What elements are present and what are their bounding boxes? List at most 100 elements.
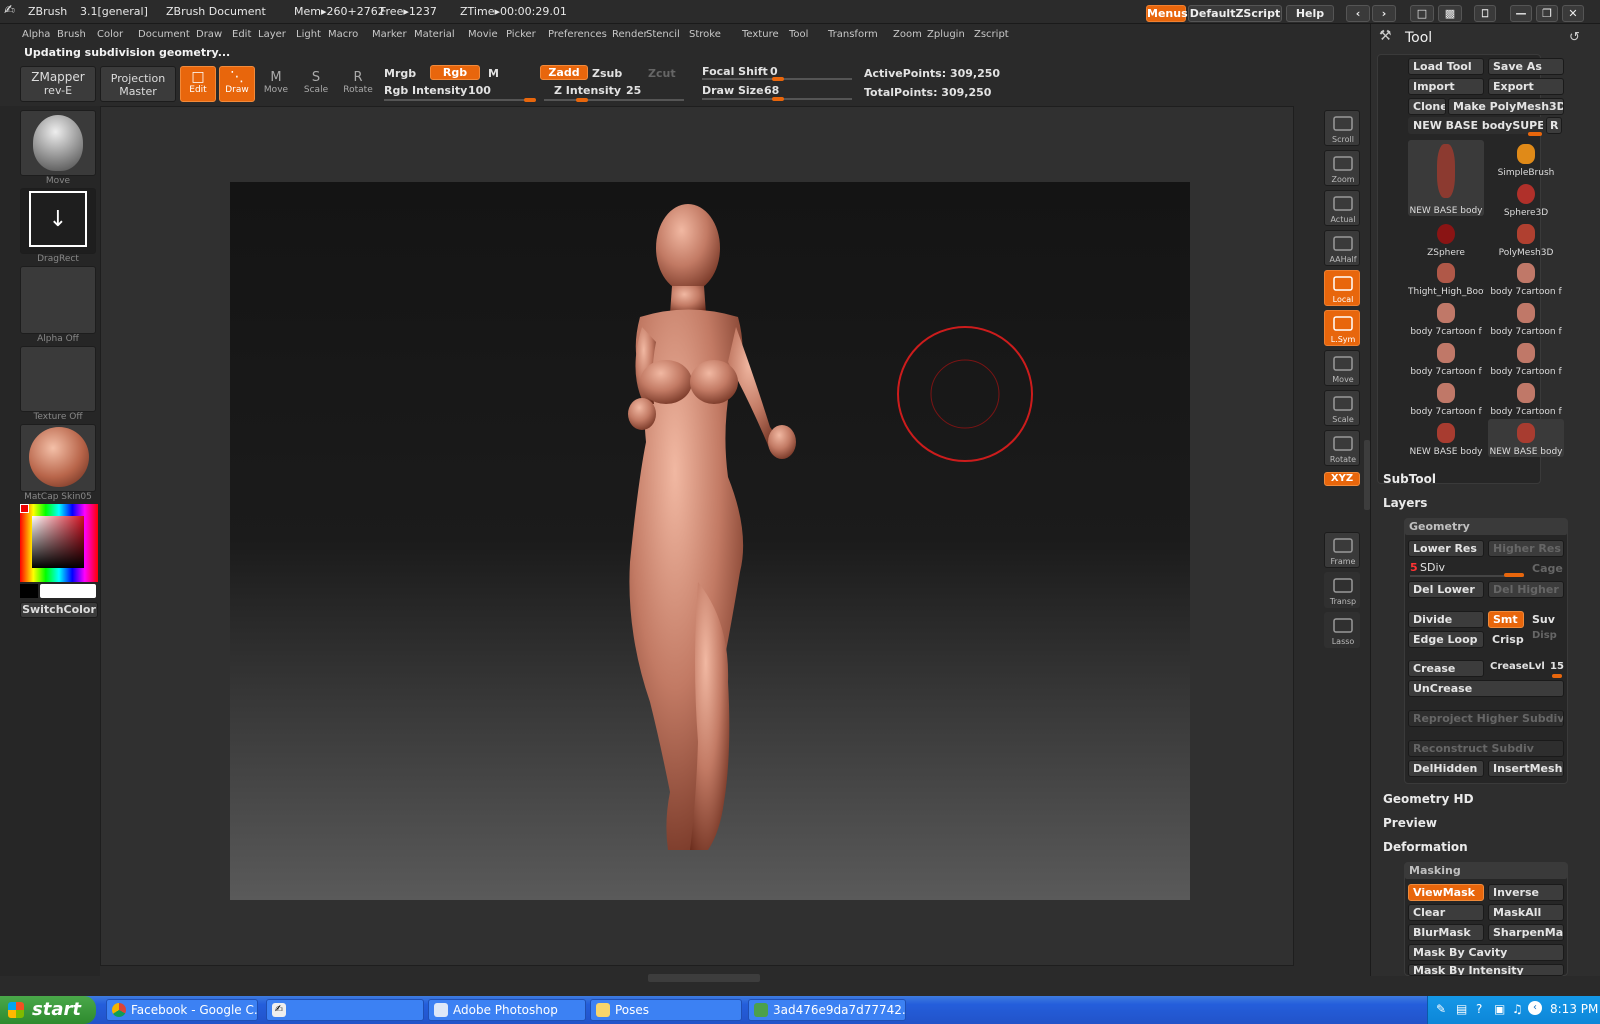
tool-thumbnail[interactable]: NEW BASE body <box>1488 419 1564 457</box>
restore-icon[interactable]: ❐ <box>1536 5 1558 22</box>
current-tool-slider[interactable] <box>1528 132 1542 136</box>
divide-button[interactable]: Divide <box>1408 611 1484 628</box>
mask-by-intensity-button[interactable]: Mask By Intensity <box>1408 964 1564 976</box>
help-button[interactable]: Help <box>1286 5 1334 22</box>
menu-layer[interactable]: Layer <box>258 29 286 40</box>
tool-zoom-button[interactable]: Zoom <box>1324 150 1360 186</box>
cage-button[interactable]: Cage <box>1532 562 1563 575</box>
menu-draw[interactable]: Draw <box>196 29 222 40</box>
tool-local-button[interactable]: Local <box>1324 270 1360 306</box>
volume-icon[interactable]: ♫ <box>1512 1002 1523 1016</box>
menu-picker[interactable]: Picker <box>506 29 536 40</box>
menu-render[interactable]: Render <box>612 29 648 40</box>
geometry-hd-section[interactable]: Geometry HD <box>1383 792 1474 806</box>
z-intensity-slider[interactable] <box>544 99 684 101</box>
menu-macro[interactable]: Macro <box>328 29 358 40</box>
taskbar-item-photoshop[interactable]: Adobe Photoshop <box>428 999 586 1021</box>
tool-lsym-button[interactable]: L.Sym <box>1324 310 1360 346</box>
layers-section[interactable]: Layers <box>1383 496 1427 510</box>
tool-scroll-button[interactable]: Scroll <box>1324 110 1360 146</box>
rgb-toggle[interactable]: Rgb <box>430 65 480 80</box>
smt-toggle[interactable]: Smt <box>1488 611 1524 628</box>
sharpenmask-button[interactable]: SharpenMask <box>1488 924 1564 941</box>
edge-loop-button[interactable]: Edge Loop <box>1408 631 1484 648</box>
default-zscript-button[interactable]: DefaultZScript <box>1188 5 1282 22</box>
make-polymesh-button[interactable]: Make PolyMesh3D <box>1448 98 1564 115</box>
mrgb-toggle[interactable]: Mrgb <box>384 67 416 80</box>
export-button[interactable]: Export <box>1488 78 1564 95</box>
tool-thumbnail[interactable]: Thight_High_Boot <box>1408 259 1484 297</box>
menu-tool[interactable]: Tool <box>789 29 808 40</box>
secondary-color-swatch[interactable] <box>20 584 38 598</box>
menu-transform[interactable]: Transform <box>828 29 878 40</box>
tool-transp-button[interactable]: Transp <box>1324 572 1360 608</box>
crease-button[interactable]: Crease <box>1408 660 1484 677</box>
m-toggle[interactable]: M <box>488 67 499 80</box>
alpha-thumbnail[interactable] <box>20 266 96 334</box>
tool-frame-button[interactable]: Frame <box>1324 532 1360 568</box>
tool-thumbnail[interactable]: body 7cartoon f <box>1488 259 1564 297</box>
geometry-section[interactable]: Geometry <box>1405 519 1567 535</box>
crisp-toggle[interactable]: Crisp <box>1492 633 1524 646</box>
tool-thumbnail[interactable]: body 7cartoon f <box>1408 299 1484 337</box>
tray-scroll-right-icon[interactable]: › <box>1372 5 1396 22</box>
menu-material[interactable]: Material <box>414 29 455 40</box>
suv-toggle[interactable]: Suv <box>1532 613 1555 626</box>
zadd-toggle[interactable]: Zadd <box>540 65 588 80</box>
minimize-icon[interactable]: — <box>1510 5 1532 22</box>
taskbar-item-zbrush[interactable]: ✍ <box>266 999 424 1021</box>
clear-mask-button[interactable]: Clear <box>1408 904 1484 921</box>
reset-icon[interactable]: ↺ <box>1569 30 1580 45</box>
edit-mode-button[interactable]: □ Edit <box>180 66 216 102</box>
viewmask-toggle[interactable]: ViewMask <box>1408 884 1484 901</box>
tool-thumbnail[interactable]: NEW BASE body <box>1408 419 1484 457</box>
tool-thumbnail[interactable]: body 7cartoon f <box>1488 379 1564 417</box>
rgb-intensity-slider[interactable] <box>384 99 534 101</box>
del-higher-button[interactable]: Del Higher <box>1488 581 1564 598</box>
display-icon[interactable]: ▣ <box>1494 1002 1505 1016</box>
taskbar-item-chrome[interactable]: Facebook - Google C... <box>106 999 258 1021</box>
menu-zplugin[interactable]: Zplugin <box>927 29 965 40</box>
subtool-section[interactable]: SubTool <box>1383 472 1436 486</box>
uncrease-button[interactable]: UnCrease <box>1408 680 1564 697</box>
menu-preferences[interactable]: Preferences <box>548 29 607 40</box>
load-tool-button[interactable]: Load Tool <box>1408 58 1484 75</box>
inverse-button[interactable]: Inverse <box>1488 884 1564 901</box>
mask-by-cavity-button[interactable]: Mask By Cavity <box>1408 944 1564 961</box>
tray-scroll-left-icon[interactable]: ‹ <box>1346 5 1370 22</box>
menu-zoom[interactable]: Zoom <box>893 29 922 40</box>
help-tray-icon[interactable]: ? <box>1476 1002 1482 1016</box>
insertmesh-button[interactable]: InsertMesh <box>1488 760 1564 777</box>
layout-alt-icon[interactable]: ▩ <box>1438 5 1462 22</box>
del-lower-button[interactable]: Del Lower <box>1408 581 1484 598</box>
reproject-higher-subdiv-button[interactable]: Reproject Higher Subdiv <box>1408 710 1564 727</box>
main-color-swatch[interactable] <box>20 504 29 513</box>
lower-res-button[interactable]: Lower Res <box>1408 540 1484 557</box>
r-button[interactable]: R <box>1546 117 1562 134</box>
tool-thumbnail[interactable]: body 7cartoon f <box>1408 339 1484 377</box>
color-picker-square[interactable] <box>32 516 84 568</box>
z-intensity-knob[interactable] <box>576 98 588 102</box>
tool-scale-button[interactable]: Scale <box>1324 390 1360 426</box>
tool-thumbnail[interactable]: body 7cartoon f <box>1408 379 1484 417</box>
menu-light[interactable]: Light <box>296 29 321 40</box>
zmapper-button[interactable]: ZMapper rev-E <box>20 66 96 102</box>
brush-thumbnail[interactable] <box>20 110 96 176</box>
tool-actual-button[interactable]: Actual <box>1324 190 1360 226</box>
tool-thumbnail[interactable]: SimpleBrush <box>1488 140 1564 178</box>
color-picker[interactable] <box>20 504 98 582</box>
lock-icon[interactable]: ⎕ <box>1474 5 1496 22</box>
stroke-thumbnail[interactable]: ↓ <box>20 188 96 254</box>
menu-stroke[interactable]: Stroke <box>689 29 721 40</box>
disp-slider[interactable]: Disp <box>1532 630 1557 641</box>
maskall-button[interactable]: MaskAll <box>1488 904 1564 921</box>
tool-thumbnail[interactable]: body 7cartoon f <box>1488 299 1564 337</box>
material-thumbnail[interactable] <box>20 424 96 492</box>
switch-color-button[interactable]: SwitchColor <box>20 602 98 618</box>
primary-color-swatch[interactable] <box>40 584 96 598</box>
scale-mode-button[interactable]: S Scale <box>298 66 334 102</box>
bottom-shelf-handle[interactable] <box>648 974 760 982</box>
menu-stencil[interactable]: Stencil <box>646 29 680 40</box>
menu-edit[interactable]: Edit <box>232 29 251 40</box>
rgb-intensity-knob[interactable] <box>524 98 536 102</box>
